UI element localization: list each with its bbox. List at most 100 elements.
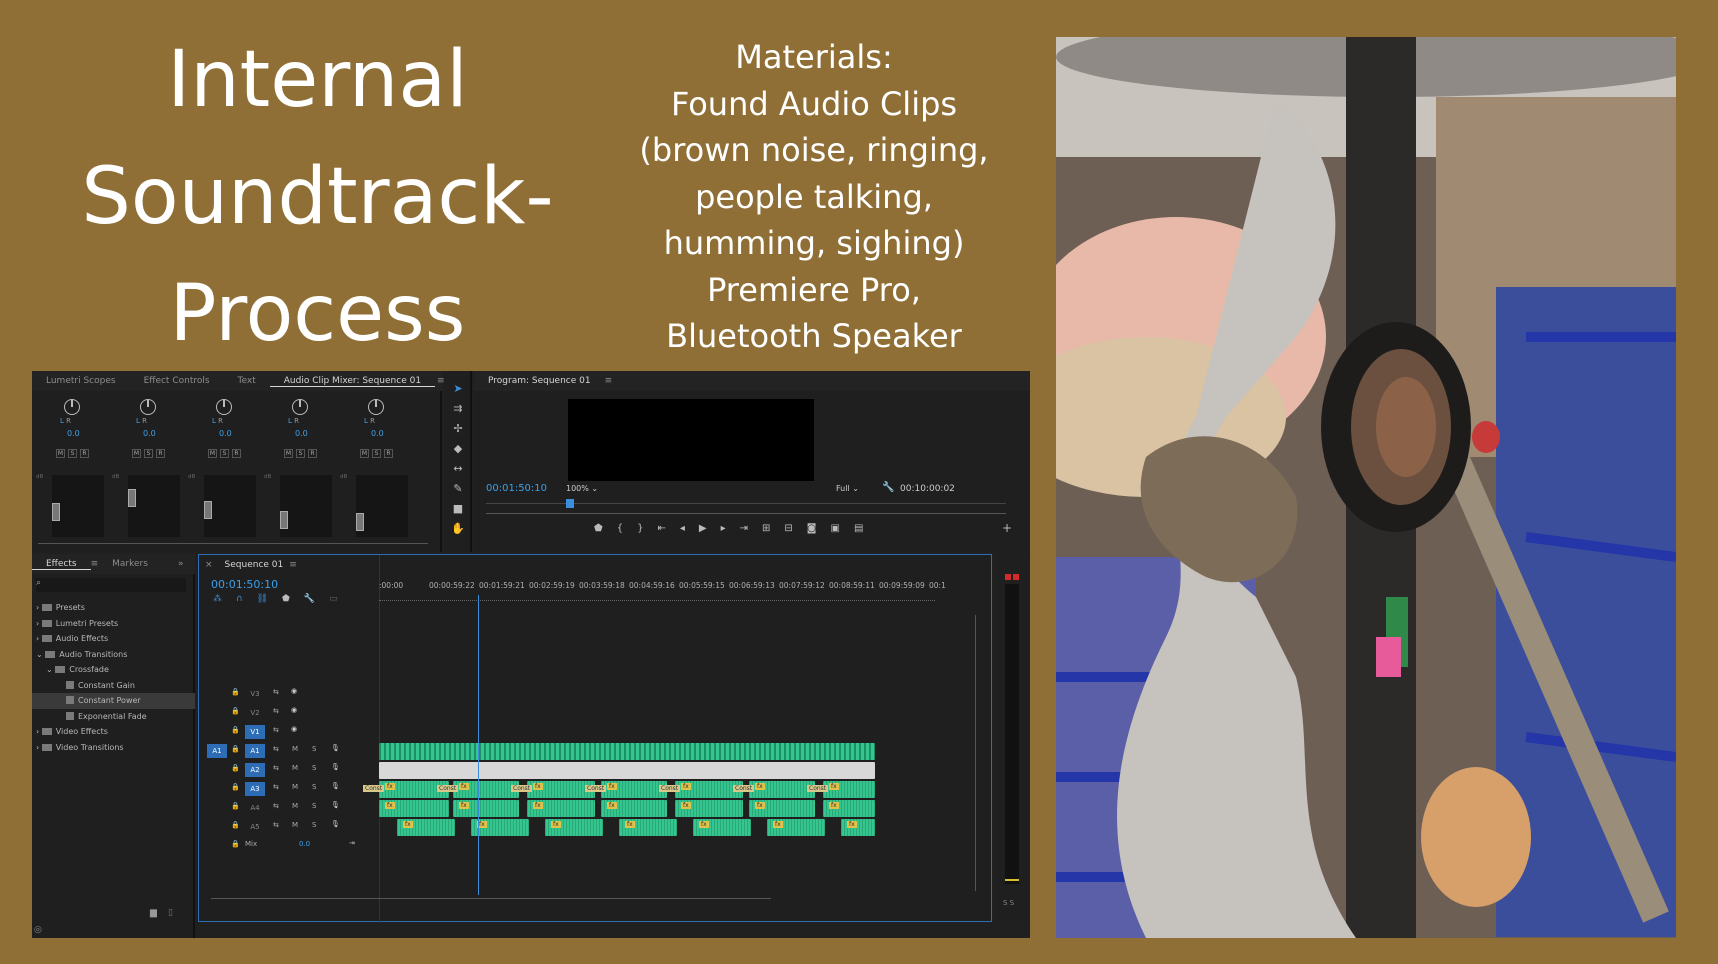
solo-button[interactable]: S bbox=[312, 783, 316, 791]
program-video-preview[interactable] bbox=[568, 399, 814, 481]
sync-lock-icon[interactable]: ⇆ bbox=[273, 802, 279, 810]
tab-text[interactable]: Text bbox=[224, 376, 270, 386]
eye-icon[interactable]: ◉ bbox=[291, 725, 297, 733]
tab-sequence-01[interactable]: Sequence 01 bbox=[219, 560, 290, 570]
tree-item-crossfade[interactable]: ⌄ Crossfade bbox=[32, 662, 195, 678]
selection-tool-icon[interactable]: ➤ bbox=[450, 381, 466, 397]
record-button[interactable]: R bbox=[232, 449, 241, 458]
lock-icon[interactable]: 🔒 bbox=[231, 726, 240, 734]
audio-clip[interactable]: fx bbox=[471, 819, 529, 836]
pan-value[interactable]: 0.0 bbox=[67, 429, 80, 438]
lock-icon[interactable]: 🔒 bbox=[231, 764, 240, 772]
pan-knob[interactable] bbox=[216, 399, 232, 415]
sync-lock-icon[interactable]: ⇆ bbox=[273, 745, 279, 753]
tree-item-exponential-fade[interactable]: Exponential Fade bbox=[32, 709, 195, 725]
quality-select[interactable]: Full ⌄ bbox=[836, 484, 859, 493]
pen-tool-icon[interactable]: ✎ bbox=[450, 481, 466, 497]
tree-item-audio-transitions[interactable]: ⌄ Audio Transitions bbox=[32, 647, 195, 663]
pan-knob[interactable] bbox=[368, 399, 384, 415]
volume-fader[interactable] bbox=[204, 501, 212, 519]
record-button[interactable]: R bbox=[308, 449, 317, 458]
transition-label[interactable]: Const bbox=[511, 785, 533, 792]
tab-effects[interactable]: Effects bbox=[32, 559, 91, 570]
sync-lock-icon[interactable]: ⇆ bbox=[273, 726, 279, 734]
audio-clip[interactable]: fx Const bbox=[437, 781, 519, 798]
track-target[interactable]: V2 bbox=[245, 706, 265, 720]
captions-icon[interactable]: ▭ bbox=[329, 594, 338, 604]
razor-tool-icon[interactable]: ◆ bbox=[450, 441, 466, 457]
mute-button[interactable]: M bbox=[208, 449, 217, 458]
audio-clip[interactable]: fx bbox=[619, 819, 677, 836]
microphone-icon[interactable]: 🎙 bbox=[331, 744, 340, 752]
audio-clip[interactable]: fx Const bbox=[733, 781, 815, 798]
transition-label[interactable]: Const bbox=[437, 785, 459, 792]
microphone-icon[interactable]: 🎙 bbox=[331, 782, 340, 790]
record-button[interactable]: R bbox=[80, 449, 89, 458]
slip-tool-icon[interactable]: ↔ bbox=[450, 461, 466, 477]
audio-clip[interactable]: fx bbox=[397, 819, 455, 836]
audio-clip[interactable]: fx bbox=[749, 800, 815, 817]
add-button-icon[interactable]: + bbox=[1002, 521, 1012, 535]
transition-label[interactable]: Const bbox=[585, 785, 607, 792]
tab-effect-controls[interactable]: Effect Controls bbox=[130, 376, 224, 386]
sync-lock-icon[interactable]: ⇆ bbox=[273, 688, 279, 696]
mark-out-icon[interactable]: } bbox=[637, 523, 643, 534]
mute-button[interactable]: M bbox=[284, 449, 293, 458]
audio-clip[interactable] bbox=[379, 762, 875, 779]
timeline-timecode[interactable]: 00:01:50:10 bbox=[211, 578, 278, 591]
solo-button[interactable]: S bbox=[312, 745, 316, 753]
track-target[interactable]: A5 bbox=[245, 820, 265, 834]
hand-tool-icon[interactable]: ✋ bbox=[450, 521, 466, 537]
linked-selection-icon[interactable]: ⛓ bbox=[257, 594, 268, 604]
effects-search-input[interactable]: ⌕ bbox=[36, 578, 186, 592]
insert-icon[interactable]: ⊞ bbox=[762, 523, 770, 534]
audio-clip[interactable]: fx bbox=[527, 800, 595, 817]
pan-knob[interactable] bbox=[64, 399, 80, 415]
sync-lock-icon[interactable]: ⇆ bbox=[273, 764, 279, 772]
transition-label[interactable]: Const bbox=[733, 785, 755, 792]
lock-icon[interactable]: 🔒 bbox=[231, 783, 240, 791]
audio-clip[interactable]: fx bbox=[693, 819, 751, 836]
transition-label[interactable]: Const bbox=[659, 785, 681, 792]
microphone-icon[interactable]: 🎙 bbox=[331, 801, 340, 809]
audio-clip[interactable]: fx bbox=[841, 819, 875, 836]
wrench-icon[interactable]: 🔧 bbox=[304, 594, 315, 604]
panel-menu-icon[interactable]: ≡ bbox=[605, 376, 613, 386]
nest-icon[interactable]: ⁂ bbox=[213, 594, 222, 604]
time-ruler[interactable] bbox=[486, 503, 1006, 504]
playhead-marker[interactable] bbox=[566, 499, 574, 508]
record-button[interactable]: R bbox=[384, 449, 393, 458]
audio-clip[interactable]: fx bbox=[767, 819, 825, 836]
tree-item-lumetri-presets[interactable]: › Lumetri Presets bbox=[32, 616, 195, 632]
audio-clip[interactable]: fx bbox=[823, 800, 875, 817]
lock-icon[interactable]: 🔒 bbox=[231, 745, 240, 753]
panel-menu-icon[interactable]: ≡ bbox=[91, 559, 99, 569]
step-forward-icon[interactable]: ▸ bbox=[721, 523, 726, 534]
mix-value[interactable]: 0.0 bbox=[299, 840, 310, 848]
sync-lock-icon[interactable]: ⇆ bbox=[273, 707, 279, 715]
lock-icon[interactable]: 🔒 bbox=[231, 688, 240, 696]
audio-clip[interactable]: fx bbox=[379, 800, 449, 817]
tree-item-video-effects[interactable]: › Video Effects bbox=[32, 724, 195, 740]
mute-button[interactable]: M bbox=[292, 745, 298, 753]
ripple-edit-tool-icon[interactable]: ✢ bbox=[450, 421, 466, 437]
solo-button[interactable]: S bbox=[312, 764, 316, 772]
solo-button[interactable]: S bbox=[220, 449, 229, 458]
pan-knob[interactable] bbox=[140, 399, 156, 415]
source-patch[interactable]: A1 bbox=[207, 744, 227, 758]
horizontal-scrollbar[interactable] bbox=[211, 898, 771, 899]
eye-icon[interactable]: ◉ bbox=[291, 706, 297, 714]
mute-button[interactable]: M bbox=[292, 764, 298, 772]
solo-button[interactable]: S bbox=[144, 449, 153, 458]
sync-lock-icon[interactable]: ⇆ bbox=[273, 821, 279, 829]
audio-clip[interactable]: fx bbox=[453, 800, 519, 817]
horizontal-scrollbar[interactable] bbox=[38, 543, 428, 544]
volume-fader[interactable] bbox=[128, 489, 136, 507]
tab-audio-clip-mixer[interactable]: Audio Clip Mixer: Sequence 01 bbox=[269, 376, 436, 387]
overflow-icon[interactable]: » bbox=[162, 559, 184, 569]
new-folder-icon[interactable]: ▆ bbox=[150, 908, 157, 918]
lock-icon[interactable]: 🔒 bbox=[231, 840, 240, 848]
play-icon[interactable]: ▶ bbox=[699, 523, 707, 534]
comparison-icon[interactable]: ▣ bbox=[830, 523, 839, 534]
pan-value[interactable]: 0.0 bbox=[143, 429, 156, 438]
